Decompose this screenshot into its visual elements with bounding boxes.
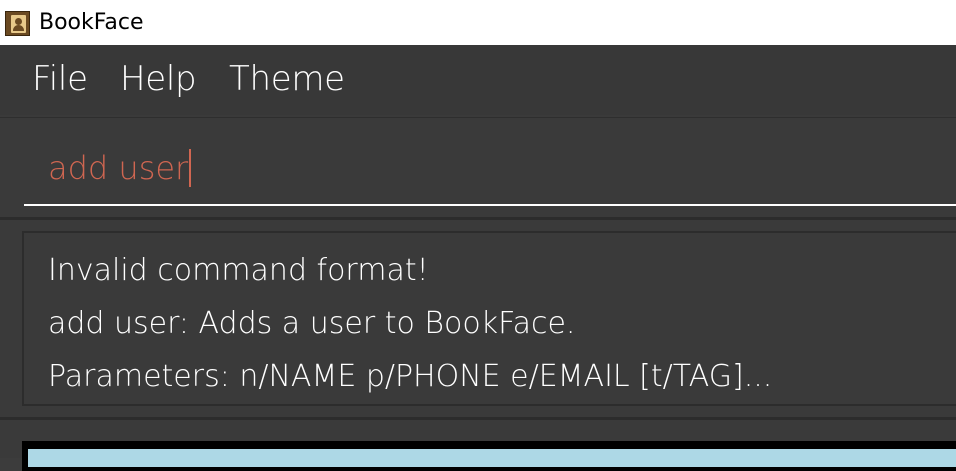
result-display: Invalid command format! add user: Adds a…: [22, 231, 956, 406]
menu-help[interactable]: Help: [120, 59, 197, 99]
user-list-panel: [22, 441, 956, 471]
address-book-icon: [5, 11, 30, 36]
result-line: Invalid command format!: [48, 253, 429, 288]
result-line: Parameters: n/NAME p/PHONE e/EMAIL [t/TA…: [48, 359, 773, 394]
command-box: add user: [0, 117, 956, 218]
menu-bar: File Help Theme: [0, 45, 956, 115]
main-content: add user Invalid command format! add use…: [0, 115, 956, 471]
menu-theme[interactable]: Theme: [229, 59, 345, 99]
result-line: add user: Adds a user to BookFace.: [48, 306, 576, 341]
menu-file[interactable]: File: [32, 59, 88, 99]
command-input-text: add user: [48, 148, 192, 188]
divider: [0, 417, 956, 420]
title-bar: BookFace: [0, 0, 956, 45]
divider: [0, 217, 956, 220]
user-list-content[interactable]: [28, 449, 956, 467]
command-input[interactable]: add user: [24, 138, 956, 206]
window-title: BookFace: [39, 10, 144, 35]
text-caret: [189, 149, 192, 187]
